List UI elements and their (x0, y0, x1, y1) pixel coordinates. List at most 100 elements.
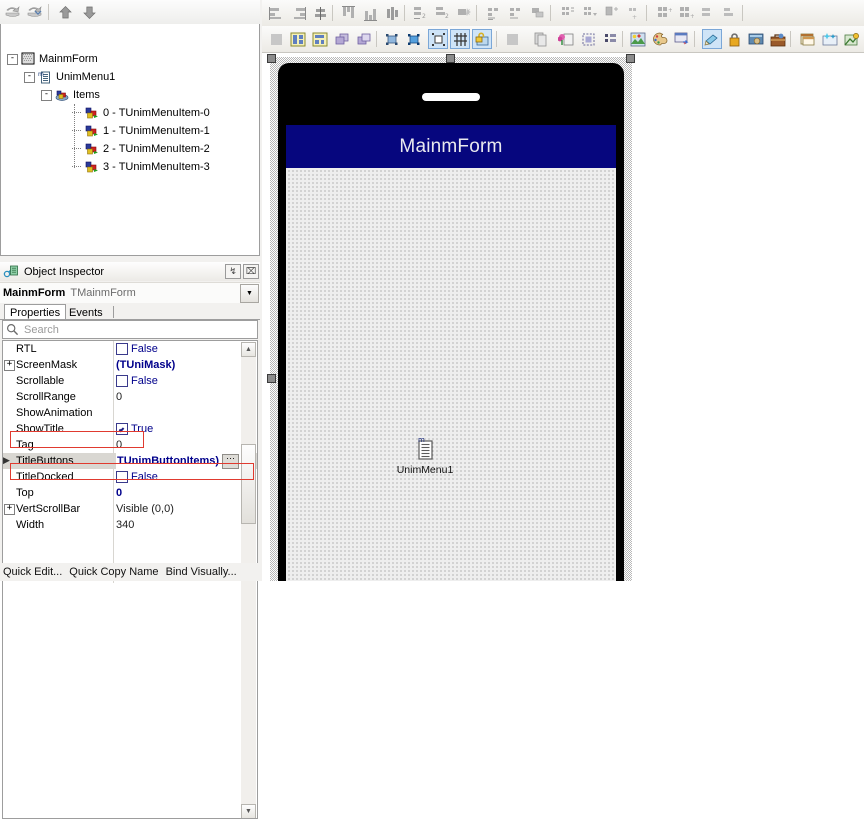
structure-tree[interactable]: - MainmForm - m UnimMenu1 - Items 0 - TU… (0, 24, 260, 256)
flip-children-icon[interactable] (602, 3, 622, 23)
tab-order-icon[interactable] (484, 3, 504, 23)
scroll-down-icon[interactable]: ▼ (241, 804, 256, 818)
component-unimmenu1[interactable]: m UnimMenu1 (396, 436, 454, 484)
toolbox-icon[interactable] (768, 29, 788, 49)
search-input[interactable]: Search (2, 320, 258, 339)
blank-tool-icon[interactable] (266, 29, 286, 49)
checkbox-icon[interactable] (116, 471, 128, 483)
form-preview[interactable]: MainmForm m UnimMenu1 (286, 125, 616, 581)
expand-icon[interactable]: + (4, 360, 15, 371)
scrollbar-thumb[interactable] (241, 444, 256, 524)
property-row-titlebuttons[interactable]: ▶ TitleButtons TUnimButtonItems) ⋯ (3, 453, 257, 469)
align-dialog-icon[interactable] (288, 29, 308, 49)
align-to-grid-icon[interactable] (720, 3, 740, 23)
tree-node-menuitem-1[interactable]: 1 - TUnimMenuItem-1 (72, 122, 210, 140)
image-editor-icon[interactable] (628, 29, 648, 49)
property-row-tag[interactable]: Tag 0 (3, 437, 257, 453)
move-up-level-icon[interactable] (4, 3, 22, 21)
form-title-bar[interactable]: MainmForm (286, 125, 616, 168)
tab-properties[interactable]: Properties (4, 304, 67, 320)
center-vertically-window-icon[interactable] (580, 3, 600, 23)
selection-handle-top-right[interactable] (626, 54, 635, 63)
pin-icon[interactable]: ↯ (225, 264, 241, 279)
scroll-up-icon[interactable]: ▲ (241, 342, 256, 357)
property-row-scrollable[interactable]: Scrollable False (3, 373, 257, 389)
space-equally-vertically-icon[interactable]: 2 (432, 3, 452, 23)
new-form-icon[interactable] (556, 29, 576, 49)
property-row-top[interactable]: Top 0 (3, 485, 257, 501)
show-grid-icon[interactable] (450, 29, 470, 49)
snap-to-grid-icon[interactable] (428, 29, 448, 49)
form-client-area[interactable]: m UnimMenu1 (286, 168, 616, 581)
color-palette-icon[interactable] (650, 29, 670, 49)
checkbox-icon[interactable] (116, 375, 128, 387)
checkbox-icon[interactable] (116, 343, 128, 355)
checkbox-icon[interactable] (116, 423, 128, 435)
property-row-showtitle[interactable]: ShowTitle True (3, 421, 257, 437)
expand-icon[interactable] (7, 456, 16, 465)
align-bottom-edges-icon[interactable] (360, 3, 380, 23)
selection-handle-top-center[interactable] (446, 54, 455, 63)
move-up-icon[interactable] (56, 3, 74, 21)
tree-expander-icon[interactable]: - (41, 89, 52, 101)
property-row-width[interactable]: Width 340 (3, 517, 257, 533)
size-dialog-icon[interactable] (382, 29, 402, 49)
translation-icon[interactable]: * (672, 29, 692, 49)
align-top-edges-icon[interactable] (338, 3, 358, 23)
tree-node-menuitem-3[interactable]: 3 - TUnimMenuItem-3 (72, 158, 210, 176)
property-row-showanimation[interactable]: ShowAnimation (3, 405, 257, 421)
expand-icon[interactable]: + (4, 504, 15, 515)
center-horizontally-window-icon[interactable] (558, 3, 578, 23)
align-left-edges-icon[interactable] (266, 3, 286, 23)
copy-component-icon[interactable] (530, 29, 550, 49)
align-vertical-center-icon[interactable] (382, 3, 402, 23)
bring-to-front-shape-icon[interactable] (332, 29, 352, 49)
lock-controls-toggle-icon[interactable] (472, 29, 492, 49)
deploy-icon[interactable] (842, 29, 862, 49)
grid-options-icon[interactable]: + (654, 3, 674, 23)
align-horizontal-center-icon[interactable] (310, 3, 330, 23)
size-to-fit-icon[interactable] (454, 3, 474, 23)
chevron-down-icon[interactable]: ▼ (240, 284, 259, 303)
snap-options-icon[interactable]: + (676, 3, 696, 23)
scale-dialog-icon[interactable] (404, 29, 424, 49)
sparkle-icon[interactable] (820, 29, 840, 49)
send-to-back-shape-icon[interactable] (354, 29, 374, 49)
tree-node-menuitem-2[interactable]: 2 - TUnimMenuItem-2 (72, 140, 210, 158)
lock-controls-icon[interactable] (698, 3, 718, 23)
move-down-icon[interactable] (80, 3, 98, 21)
bring-to-front-icon[interactable] (528, 3, 548, 23)
property-row-rtl[interactable]: RTL False (3, 341, 257, 357)
blank-tool2-icon[interactable] (502, 29, 522, 49)
tree-node-items[interactable]: - Items (41, 86, 100, 104)
tree-node-unimmenu1[interactable]: - m UnimMenu1 (24, 68, 115, 86)
form-design-surface[interactable]: MainmForm m UnimMenu1 (262, 53, 864, 581)
quick-copy-name-link[interactable]: Quick Copy Name (69, 566, 158, 578)
selection-handle-mid-left[interactable] (267, 374, 276, 383)
property-row-titledocked[interactable]: TitleDocked False (3, 469, 257, 485)
tree-node-menuitem-0[interactable]: 0 - TUnimMenuItem-0 (72, 104, 210, 122)
space-equally-horizontally-icon[interactable]: 2 (410, 3, 430, 23)
object-selector-combo[interactable]: MainmForm TMainmForm ▼ (0, 282, 262, 303)
tree-node-mainmform[interactable]: - MainmForm (7, 50, 98, 68)
close-icon[interactable]: ⌧ (243, 264, 259, 279)
windows-icon[interactable] (798, 29, 818, 49)
tree-expander-icon[interactable]: - (7, 53, 18, 65)
property-row-vertscrollbar[interactable]: + VertScrollBar Visible (0,0) (3, 501, 257, 517)
select-mask-icon[interactable] (578, 29, 598, 49)
ide-insight-icon[interactable] (702, 29, 722, 49)
selection-handle-top-left[interactable] (267, 54, 276, 63)
property-row-screenmask[interactable]: + ScreenMask (TUniMask) (3, 357, 257, 373)
align-palette-icon[interactable] (310, 29, 330, 49)
align-right-edges-icon[interactable] (288, 3, 308, 23)
desktop-icon[interactable] (746, 29, 766, 49)
property-row-scrollrange[interactable]: ScrollRange 0 (3, 389, 257, 405)
security-icon[interactable] (724, 29, 744, 49)
ellipsis-button[interactable]: ⋯ (222, 453, 240, 469)
scale-icon[interactable]: + (624, 3, 644, 23)
tab-order-dialog-icon[interactable] (600, 29, 620, 49)
tree-expander-icon[interactable]: - (24, 71, 35, 83)
quick-edit-link[interactable]: Quick Edit... (3, 566, 62, 578)
creation-order-icon[interactable] (506, 3, 526, 23)
move-down-level-icon[interactable] (26, 3, 44, 21)
